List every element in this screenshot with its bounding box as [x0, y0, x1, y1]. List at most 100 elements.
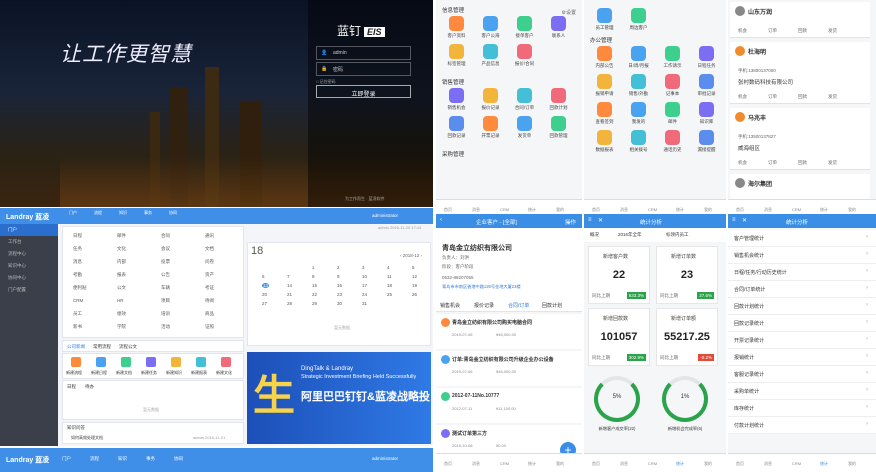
calendar-date[interactable]: 6 — [262, 274, 265, 279]
stat-menu-item[interactable]: 客服记录统计 › — [728, 366, 876, 383]
tab-item[interactable]: 消息 — [764, 207, 772, 212]
module-item[interactable]: 任务 — [73, 246, 82, 252]
tab-item[interactable]: CRM — [648, 461, 657, 466]
contact-card[interactable]: 山东万润 机会 订单 回款 发货 — [730, 2, 870, 38]
app-icon[interactable] — [699, 102, 714, 117]
app-icon[interactable] — [483, 44, 498, 59]
app-label[interactable]: 通话历史 — [656, 147, 689, 153]
sidebar-item-flow[interactable]: 流程中心 — [0, 248, 58, 260]
app-icon[interactable] — [631, 8, 646, 23]
stat-menu-item[interactable]: 采购单统计 › — [728, 383, 876, 400]
menu-icon[interactable]: ≡ — [588, 217, 592, 223]
app-icon[interactable] — [449, 88, 464, 103]
tile-icon[interactable] — [171, 357, 181, 367]
tab-item[interactable]: 首页 — [444, 207, 452, 212]
stat-card[interactable]: 新增订单额 55217.25 同比上期 -0.2% — [656, 308, 718, 366]
tab-item[interactable]: 我的 — [848, 461, 856, 466]
app-icon[interactable] — [551, 116, 566, 131]
app-label[interactable]: 数据报表 — [588, 147, 621, 153]
calendar-date[interactable]: 14 — [287, 283, 292, 288]
app-icon[interactable] — [449, 44, 464, 59]
stat-menu-item[interactable]: 开票记录统计 › — [728, 332, 876, 349]
app-label[interactable]: 漏接提醒 — [690, 147, 723, 153]
calendar-date[interactable]: 12 — [412, 274, 417, 279]
tab-item[interactable]: 统计 — [528, 461, 536, 466]
app-icon[interactable] — [517, 44, 532, 59]
app-icon[interactable] — [551, 88, 566, 103]
stat-menu-item[interactable]: 回款记录统计 › — [728, 315, 876, 332]
app-icon[interactable] — [597, 74, 612, 89]
app-label[interactable]: 报价记录 — [474, 105, 507, 111]
app-icon[interactable] — [597, 130, 612, 145]
filter-staff[interactable]: 标领内员工 — [666, 232, 689, 238]
module-item[interactable]: 问卷 — [205, 259, 214, 265]
app-label[interactable]: 客户资料 — [440, 33, 473, 39]
tab-item[interactable]: 统计 — [528, 207, 536, 212]
app-label[interactable]: 回款记录 — [440, 133, 473, 139]
module-item[interactable]: 商品 — [205, 311, 214, 317]
detail-tab[interactable]: 销售机会 — [440, 302, 460, 309]
app-label[interactable]: 回款计划 — [542, 105, 575, 111]
module-item[interactable]: 待阅 — [205, 298, 214, 304]
app-label[interactable]: 回款管理 — [542, 133, 575, 139]
module-item[interactable]: 消息 — [73, 259, 82, 265]
tab-item[interactable]: 首页 — [736, 461, 744, 466]
nav-knowledge[interactable]: 知识 — [112, 210, 134, 216]
tab-news[interactable]: 公司新闻 — [67, 344, 85, 350]
calendar-date[interactable]: 17 — [362, 283, 367, 288]
module-item[interactable]: 培训 — [161, 311, 170, 317]
app-icon[interactable] — [449, 16, 464, 31]
app-icon[interactable] — [665, 74, 680, 89]
tab-item[interactable]: 首页 — [444, 461, 452, 466]
app-label[interactable]: 查看签到 — [588, 119, 621, 125]
calendar-date[interactable]: 1 — [312, 265, 315, 270]
app-icon[interactable] — [665, 46, 680, 61]
close-icon[interactable]: ✕ — [598, 217, 603, 224]
nav-collab[interactable]: 协同 — [162, 210, 184, 216]
module-item[interactable]: 证照 — [205, 324, 214, 330]
contact-phone[interactable]: 手机:13500137827 — [738, 134, 776, 140]
app-icon[interactable] — [517, 116, 532, 131]
contact-action[interactable]: 订单 — [768, 28, 777, 34]
calendar-month[interactable]: ‹ 2018-12 › — [400, 253, 422, 258]
stat-menu-item[interactable]: 日程/任务/行动历史统计 › — [728, 264, 876, 281]
module-item[interactable]: 便利贴 — [73, 285, 87, 291]
nav-portal[interactable]: 门户 — [62, 210, 84, 216]
calendar-date[interactable]: 22 — [312, 292, 317, 297]
footer-nav-portal[interactable]: 门户 — [62, 456, 71, 462]
app-label[interactable]: 合同/订单 — [508, 105, 541, 111]
close-icon[interactable]: ✕ — [742, 217, 747, 224]
calendar-date[interactable]: 9 — [337, 274, 340, 279]
company-phone[interactable]: 0532-88207055 — [442, 275, 474, 280]
calendar-date[interactable]: 8 — [312, 274, 315, 279]
nav-flow[interactable]: 流程 — [87, 210, 109, 216]
module-item[interactable]: 项目 — [161, 298, 170, 304]
contact-action[interactable]: 机会 — [738, 94, 747, 100]
tab-common-flow[interactable]: 常用流程 — [93, 344, 111, 350]
tab-item[interactable]: 消息 — [764, 461, 772, 466]
detail-tab[interactable]: 报价记录 — [474, 302, 494, 309]
module-item[interactable]: 考勤 — [73, 272, 82, 278]
calendar-date[interactable]: 2 — [337, 265, 340, 270]
company-address[interactable]: 青岛市市南区香港中路126号金地大厦23楼 — [442, 284, 521, 290]
module-item[interactable]: 考证 — [205, 285, 214, 291]
calendar-date[interactable]: 25 — [387, 292, 392, 297]
tab-item[interactable]: 我的 — [556, 461, 564, 466]
app-label[interactable]: 联系人 — [542, 33, 575, 39]
stat-card[interactable]: 新增客户数 22 同比上期 633.3% — [588, 246, 650, 304]
app-icon[interactable] — [597, 102, 612, 117]
footer-nav-flow[interactable]: 流程 — [90, 456, 99, 462]
calendar-date[interactable]: 11 — [387, 274, 392, 279]
calendar-date[interactable]: 23 — [337, 292, 342, 297]
user-menu[interactable]: administrator — [372, 213, 398, 218]
tab-item[interactable]: 首页 — [736, 207, 744, 212]
app-icon[interactable] — [597, 46, 612, 61]
nav-affairs[interactable]: 事务 — [137, 210, 159, 216]
app-icon[interactable] — [517, 88, 532, 103]
module-item[interactable]: 活动 — [161, 324, 170, 330]
footer-nav-affairs[interactable]: 事务 — [146, 456, 155, 462]
tile-label[interactable]: 新建任务 — [141, 370, 157, 376]
stat-menu-item[interactable]: 回款计划统计 › — [728, 298, 876, 315]
contact-action[interactable]: 回款 — [798, 94, 807, 100]
record-item[interactable]: 订单:青岛金立纺织有限公司升级企业办公设备 2019-07-06 ¥46,000.0… — [436, 351, 582, 386]
